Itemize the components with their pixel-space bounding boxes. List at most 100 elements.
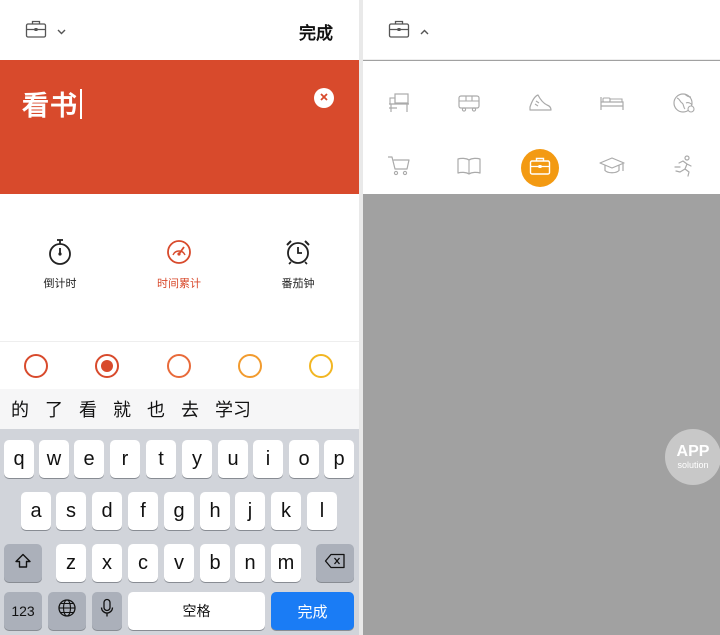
color-option-red-selected[interactable] bbox=[95, 354, 119, 378]
app-screen: 完成 看书 倒计时 时间累计 番茄钟 的 了 看 就 也 去 学习 q w e … bbox=[0, 0, 720, 635]
app-solution-watermark: APP solution bbox=[665, 429, 720, 485]
category-picker-panel: APP solution bbox=[363, 0, 720, 635]
watermark-title: APP bbox=[676, 443, 710, 460]
key[interactable]: p bbox=[324, 440, 354, 478]
timer-mode-selector: 倒计时 时间累计 番茄钟 bbox=[0, 194, 359, 340]
key[interactable]: k bbox=[271, 492, 301, 530]
key[interactable]: s bbox=[56, 492, 86, 530]
key[interactable]: g bbox=[164, 492, 194, 530]
mode-label-cumulative: 时间累计 bbox=[157, 278, 201, 290]
color-picker bbox=[0, 341, 359, 389]
category-cart[interactable] bbox=[380, 149, 418, 187]
category-graduation[interactable] bbox=[593, 149, 631, 187]
key[interactable]: o bbox=[289, 440, 319, 478]
globe-key[interactable] bbox=[48, 592, 86, 630]
candidate-word[interactable]: 的 bbox=[11, 396, 29, 422]
close-icon bbox=[319, 89, 329, 107]
watermark-subtitle: solution bbox=[677, 460, 709, 470]
key[interactable]: e bbox=[74, 440, 104, 478]
key[interactable]: u bbox=[218, 440, 248, 478]
candidate-word[interactable]: 就 bbox=[113, 396, 131, 422]
color-option-yellow[interactable] bbox=[309, 354, 333, 378]
key[interactable]: d bbox=[92, 492, 122, 530]
key[interactable]: q bbox=[4, 440, 34, 478]
return-done-key[interactable]: 完成 bbox=[271, 592, 354, 630]
mode-label-countdown: 倒计时 bbox=[43, 278, 77, 290]
globe-icon bbox=[57, 598, 77, 624]
speedometer-icon bbox=[124, 238, 234, 266]
shift-key[interactable] bbox=[4, 544, 42, 582]
desk-icon bbox=[387, 92, 411, 119]
backspace-key[interactable] bbox=[316, 544, 354, 582]
runner-icon bbox=[672, 154, 696, 183]
keyboard: 的 了 看 就 也 去 学习 q w e r t y u i o p a s d… bbox=[0, 389, 359, 635]
clear-text-button[interactable] bbox=[314, 88, 334, 108]
briefcase-icon bbox=[25, 19, 47, 44]
category-running[interactable] bbox=[665, 149, 703, 187]
candidate-word[interactable]: 也 bbox=[147, 396, 165, 422]
category-globe[interactable] bbox=[665, 86, 703, 124]
chevron-up-icon bbox=[420, 22, 429, 40]
mode-pomodoro[interactable]: 番茄钟 bbox=[243, 238, 353, 291]
category-shoe[interactable] bbox=[521, 86, 559, 124]
key[interactable]: c bbox=[128, 544, 158, 582]
key[interactable]: w bbox=[39, 440, 69, 478]
key[interactable]: n bbox=[235, 544, 265, 582]
alarm-clock-icon bbox=[243, 238, 353, 266]
space-key[interactable]: 空格 bbox=[128, 592, 265, 630]
microphone-icon bbox=[100, 598, 114, 624]
edit-task-panel: 完成 看书 倒计时 时间累计 番茄钟 的 了 看 就 也 去 学习 q w e … bbox=[0, 0, 359, 635]
selected-indicator bbox=[101, 360, 113, 372]
category-bus[interactable] bbox=[450, 86, 488, 124]
key[interactable]: j bbox=[235, 492, 265, 530]
category-bed[interactable] bbox=[593, 86, 631, 124]
key[interactable]: z bbox=[56, 544, 86, 582]
category-icon-grid bbox=[363, 61, 720, 194]
task-title-text: 看书 bbox=[22, 91, 78, 121]
key[interactable]: t bbox=[146, 440, 176, 478]
shift-icon bbox=[14, 552, 32, 575]
text-caret bbox=[80, 88, 82, 119]
color-option-orange-red[interactable] bbox=[167, 354, 191, 378]
top-bar bbox=[363, 0, 720, 60]
globe-icon bbox=[672, 91, 696, 120]
category-desk[interactable] bbox=[380, 86, 418, 124]
color-option-orange[interactable] bbox=[238, 354, 262, 378]
book-icon bbox=[456, 156, 482, 181]
key[interactable]: f bbox=[128, 492, 158, 530]
mode-cumulative[interactable]: 时间累计 bbox=[124, 238, 234, 291]
key[interactable]: y bbox=[182, 440, 212, 478]
category-selector[interactable] bbox=[385, 19, 431, 43]
shoe-icon bbox=[527, 92, 553, 119]
bed-icon bbox=[599, 93, 625, 118]
briefcase-icon bbox=[529, 156, 551, 181]
key[interactable]: b bbox=[200, 544, 230, 582]
category-briefcase-selected[interactable] bbox=[521, 149, 559, 187]
task-title-banner: 看书 bbox=[0, 60, 359, 194]
numbers-key[interactable]: 123 bbox=[4, 592, 42, 630]
key[interactable]: i bbox=[253, 440, 283, 478]
mode-countdown[interactable]: 倒计时 bbox=[5, 238, 115, 291]
chevron-down-icon bbox=[57, 22, 66, 40]
task-title-input[interactable]: 看书 bbox=[22, 84, 82, 123]
top-bar: 完成 bbox=[0, 0, 359, 60]
color-option-red[interactable] bbox=[24, 354, 48, 378]
category-book[interactable] bbox=[450, 149, 488, 187]
key[interactable]: x bbox=[92, 544, 122, 582]
briefcase-icon bbox=[388, 19, 410, 44]
done-button[interactable]: 完成 bbox=[299, 19, 333, 44]
candidate-word[interactable]: 看 bbox=[79, 396, 97, 422]
key[interactable]: a bbox=[21, 492, 51, 530]
candidate-word[interactable]: 了 bbox=[45, 396, 63, 422]
candidate-word[interactable]: 学习 bbox=[215, 396, 251, 422]
stopwatch-icon bbox=[5, 238, 115, 266]
category-selector[interactable] bbox=[22, 19, 68, 43]
key[interactable]: v bbox=[164, 544, 194, 582]
key[interactable]: m bbox=[271, 544, 301, 582]
mode-label-pomodoro: 番茄钟 bbox=[281, 278, 315, 290]
key[interactable]: h bbox=[200, 492, 230, 530]
key[interactable]: l bbox=[307, 492, 337, 530]
dictation-key[interactable] bbox=[92, 592, 122, 630]
candidate-word[interactable]: 去 bbox=[181, 396, 199, 422]
key[interactable]: r bbox=[110, 440, 140, 478]
